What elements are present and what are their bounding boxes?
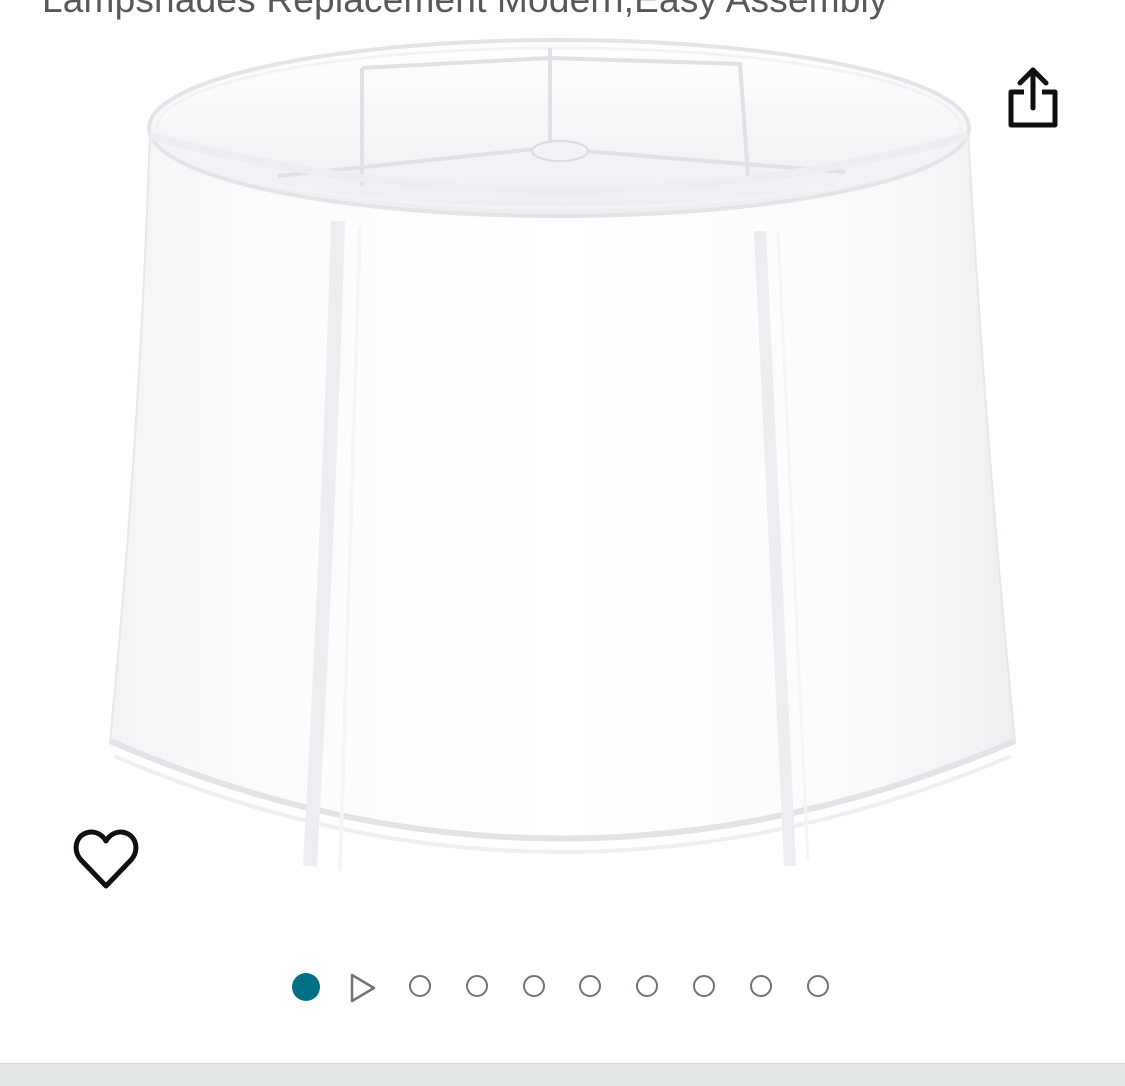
carousel-dot-active[interactable]: [292, 973, 320, 1001]
play-icon: [350, 973, 376, 1003]
product-title: Lampshades Replacement Modern,Easy Assem…: [42, 0, 888, 22]
lampshade-image: [108, 38, 1017, 872]
heart-icon: [73, 829, 139, 889]
carousel-dot[interactable]: [523, 975, 545, 997]
product-detail-page: Lampshades Replacement Modern,Easy Assem…: [0, 0, 1125, 1086]
carousel-dot[interactable]: [750, 975, 772, 997]
carousel-dot[interactable]: [579, 975, 601, 997]
carousel-dot[interactable]: [807, 975, 829, 997]
carousel-dot[interactable]: [636, 975, 658, 997]
carousel-dot[interactable]: [466, 975, 488, 997]
share-icon: [1008, 67, 1058, 128]
carousel-dot[interactable]: [693, 975, 715, 997]
carousel-video-indicator[interactable]: [348, 972, 378, 1004]
favorite-button[interactable]: [72, 826, 140, 892]
carousel-dot[interactable]: [409, 975, 431, 997]
share-button[interactable]: [1002, 64, 1064, 132]
product-image[interactable]: [100, 36, 1025, 916]
image-carousel-indicators: [0, 970, 1125, 1006]
section-divider: [0, 1063, 1125, 1086]
